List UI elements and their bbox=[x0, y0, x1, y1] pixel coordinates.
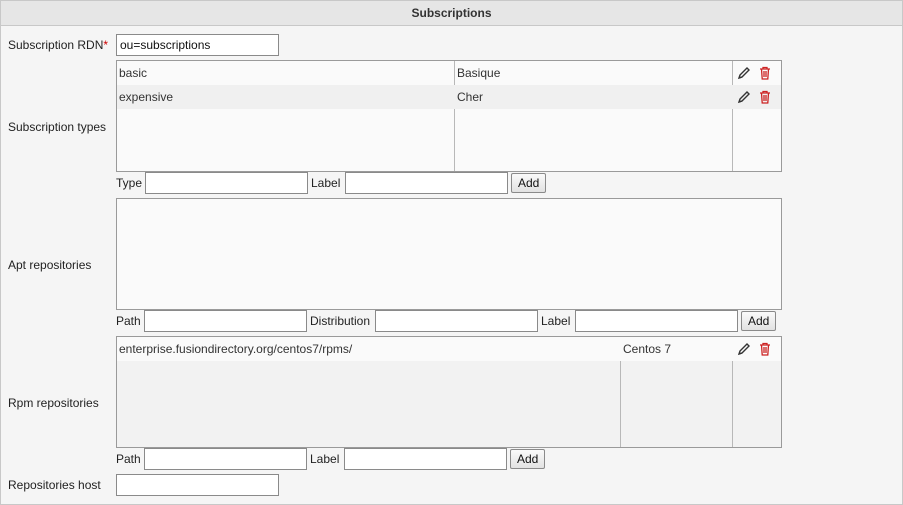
label-field-label: Label bbox=[311, 176, 341, 190]
label-cell: Cher bbox=[457, 90, 484, 104]
panel-title: Subscriptions bbox=[1, 1, 902, 26]
list-item[interactable]: basic Basique bbox=[117, 61, 781, 85]
path-field-label: Path bbox=[116, 452, 141, 466]
rpm-label-input[interactable] bbox=[344, 448, 507, 470]
label-field-label: Label bbox=[541, 314, 571, 328]
add-apt-button[interactable]: Add bbox=[741, 311, 777, 331]
pencil-icon[interactable] bbox=[737, 90, 751, 104]
rpm-path-input[interactable] bbox=[144, 448, 307, 470]
subscription-types-list: basic Basique expensive Cher bbox=[116, 60, 782, 172]
pencil-icon[interactable] bbox=[737, 342, 751, 356]
apt-repositories-list[interactable] bbox=[116, 198, 782, 310]
trash-icon[interactable] bbox=[758, 90, 772, 104]
list-item[interactable]: expensive Cher bbox=[117, 85, 781, 109]
repositories-host-label: Repositories host bbox=[8, 478, 101, 492]
apt-distribution-input[interactable] bbox=[375, 310, 538, 332]
label-field-label: Label bbox=[310, 452, 340, 466]
apt-repositories-label: Apt repositories bbox=[8, 258, 92, 272]
rpm-repositories-label: Rpm repositories bbox=[8, 396, 99, 410]
trash-icon[interactable] bbox=[758, 66, 772, 80]
add-rpm-button[interactable]: Add bbox=[510, 449, 546, 469]
type-cell: basic bbox=[119, 66, 148, 80]
list-item[interactable]: enterprise.fusiondirectory.org/centos7/r… bbox=[117, 337, 781, 361]
pencil-icon[interactable] bbox=[737, 66, 751, 80]
path-cell: enterprise.fusiondirectory.org/centos7/r… bbox=[119, 342, 353, 356]
type-cell: expensive bbox=[119, 90, 174, 104]
type-label-input[interactable] bbox=[345, 172, 508, 194]
rdn-input[interactable] bbox=[116, 34, 279, 56]
type-field-label: Type bbox=[116, 176, 143, 190]
trash-icon[interactable] bbox=[758, 342, 772, 356]
distribution-field-label: Distribution bbox=[310, 314, 371, 328]
type-input[interactable] bbox=[145, 172, 308, 194]
rpm-repositories-list: enterprise.fusiondirectory.org/centos7/r… bbox=[116, 336, 782, 448]
label-cell: Basique bbox=[457, 66, 501, 80]
subscription-types-label: Subscription types bbox=[8, 120, 107, 134]
rdn-label: Subscription RDN* bbox=[8, 38, 109, 52]
apt-label-input[interactable] bbox=[575, 310, 738, 332]
path-field-label: Path bbox=[116, 314, 141, 328]
apt-path-input[interactable] bbox=[144, 310, 307, 332]
label-cell: Centos 7 bbox=[623, 342, 672, 356]
repositories-host-input[interactable] bbox=[116, 474, 279, 496]
add-type-button[interactable]: Add bbox=[511, 173, 547, 193]
